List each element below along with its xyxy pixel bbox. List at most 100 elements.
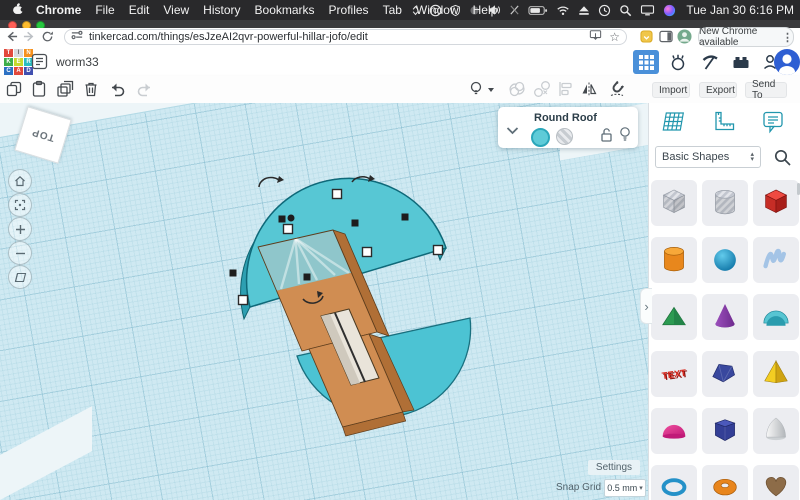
- apple-menu-icon[interactable]: [12, 2, 24, 19]
- browser-profile-avatar[interactable]: [677, 29, 690, 42]
- battery-icon[interactable]: [528, 5, 548, 16]
- site-settings-icon[interactable]: [71, 28, 83, 46]
- sim-lab-icon[interactable]: [668, 52, 688, 72]
- shape-cone[interactable]: [702, 294, 748, 340]
- notes-tool-icon[interactable]: [761, 109, 785, 135]
- 3d-viewport[interactable]: TOP Settings Snap Grid 0.5 mm ▾: [0, 103, 648, 500]
- spotlight-icon[interactable]: [619, 4, 632, 17]
- menu-chrome[interactable]: Chrome: [36, 3, 81, 17]
- menu-history[interactable]: History: [203, 3, 240, 17]
- minecraft-export-icon[interactable]: [700, 52, 720, 72]
- shape-polygon[interactable]: [702, 408, 748, 454]
- reload-button[interactable]: [41, 30, 54, 43]
- shape-heart[interactable]: [753, 465, 799, 500]
- mirror-icon[interactable]: [580, 80, 598, 98]
- delete-icon[interactable]: [82, 80, 100, 98]
- shape-category-dropdown[interactable]: Basic Shapes ▴▾: [655, 146, 761, 168]
- shape-search-icon[interactable]: [773, 148, 792, 167]
- solid-color-swatch[interactable]: [531, 128, 550, 147]
- shape-sphere[interactable]: [702, 237, 748, 283]
- shape-round-roof[interactable]: [753, 294, 799, 340]
- bookmark-star-icon[interactable]: ☆: [609, 32, 620, 42]
- shape-text[interactable]: TEXTTEXT: [651, 351, 697, 397]
- duplicate-icon[interactable]: [56, 80, 74, 98]
- menu-tab[interactable]: Tab: [383, 3, 402, 17]
- menu-file[interactable]: File: [95, 3, 114, 17]
- shape-hole-cylinder[interactable]: [702, 180, 748, 226]
- display-mirroring-icon[interactable]: [640, 4, 655, 16]
- shape-torus[interactable]: [702, 465, 748, 500]
- design-menu-icon[interactable]: [31, 53, 48, 70]
- shape-cylinder[interactable]: [651, 237, 697, 283]
- redo-icon[interactable]: [135, 80, 153, 98]
- shape-diamond[interactable]: [702, 351, 748, 397]
- import-button[interactable]: Import: [652, 82, 690, 98]
- app-update-icon[interactable]: C: [429, 4, 442, 17]
- menu-bookmarks[interactable]: Bookmarks: [255, 3, 315, 17]
- macos-menubar: Chrome File Edit View History Bookmarks …: [0, 0, 800, 20]
- time-machine-icon[interactable]: [598, 4, 611, 17]
- shape-half-sphere[interactable]: [651, 408, 697, 454]
- visibility-bulb-icon[interactable]: [619, 126, 631, 143]
- account-avatar[interactable]: [774, 49, 800, 75]
- zoom-in-button[interactable]: [8, 217, 32, 241]
- ruler-tool-icon[interactable]: [711, 109, 737, 135]
- align-icon[interactable]: [556, 80, 574, 98]
- back-button[interactable]: [5, 30, 18, 43]
- design-name[interactable]: worm33: [56, 55, 99, 69]
- export-button[interactable]: Export: [699, 82, 737, 98]
- undo-icon[interactable]: [109, 80, 127, 98]
- window-titlebar[interactable]: [0, 20, 800, 28]
- panel-collapse-handle[interactable]: ›: [640, 288, 652, 324]
- screen-dot-icon[interactable]: [469, 5, 480, 16]
- security-shield-icon[interactable]: [450, 4, 461, 17]
- shape-paraboloid[interactable]: [753, 408, 799, 454]
- send-to-button[interactable]: Send To: [745, 82, 787, 98]
- shape-scribble[interactable]: [753, 237, 799, 283]
- copy-icon[interactable]: [5, 80, 23, 98]
- grid-settings-button[interactable]: Settings: [588, 460, 640, 475]
- show-all-icon[interactable]: [468, 80, 486, 98]
- browser-menu-icon[interactable]: ⋮: [782, 31, 793, 44]
- magnet-snap-icon[interactable]: [608, 80, 626, 98]
- shape-box[interactable]: [753, 180, 799, 226]
- volume-icon[interactable]: [488, 4, 501, 16]
- fit-view-button[interactable]: [8, 193, 32, 217]
- brick-export-icon[interactable]: [731, 52, 751, 72]
- home-view-button[interactable]: [8, 169, 32, 193]
- paste-icon[interactable]: [30, 80, 48, 98]
- forward-button[interactable]: [23, 30, 36, 43]
- dashboard-grid-button[interactable]: [633, 50, 659, 74]
- tinkercad-logo[interactable]: TIN KER CAD: [4, 49, 34, 76]
- 3d-scene[interactable]: [0, 103, 648, 500]
- menu-profiles[interactable]: Profiles: [329, 3, 369, 17]
- group-icon[interactable]: [508, 80, 526, 98]
- url-text[interactable]: tinkercad.com/things/esJzeAI2qvr-powerfu…: [89, 31, 582, 43]
- workplane-tool-icon[interactable]: [661, 109, 687, 135]
- snap-grid-dropdown[interactable]: 0.5 mm ▾: [604, 479, 646, 497]
- hole-swatch[interactable]: [556, 128, 573, 145]
- chrome-update-button[interactable]: New Chrome available ⋮: [698, 27, 794, 47]
- show-all-caret-icon[interactable]: [487, 80, 495, 98]
- wifi-icon[interactable]: [556, 5, 570, 16]
- siri-icon[interactable]: [663, 4, 676, 17]
- muted-input-icon[interactable]: [509, 4, 520, 16]
- collapse-chevron-icon[interactable]: [506, 122, 520, 132]
- eject-icon[interactable]: [578, 5, 590, 16]
- send-to-device-icon[interactable]: [589, 28, 602, 46]
- shape-hole-box[interactable]: [651, 180, 697, 226]
- menu-edit[interactable]: Edit: [129, 3, 150, 17]
- perspective-toggle-button[interactable]: [8, 265, 32, 289]
- shape-torus-thin[interactable]: [651, 465, 697, 500]
- sidebar-toggle-icon[interactable]: [659, 30, 672, 43]
- extension-icon[interactable]: [640, 30, 653, 43]
- zoom-out-button[interactable]: [8, 241, 32, 265]
- ungroup-icon[interactable]: [533, 80, 551, 98]
- shape-roof[interactable]: [651, 294, 697, 340]
- lock-open-icon[interactable]: [600, 127, 613, 143]
- menu-view[interactable]: View: [163, 3, 189, 17]
- menubar-clock: Tue Jan 30 6:16 PM: [686, 3, 794, 17]
- keyboard-backlight-icon[interactable]: [410, 4, 421, 17]
- address-bar[interactable]: tinkercad.com/things/esJzeAI2qvr-powerfu…: [64, 29, 627, 45]
- shape-pyramid[interactable]: [753, 351, 799, 397]
